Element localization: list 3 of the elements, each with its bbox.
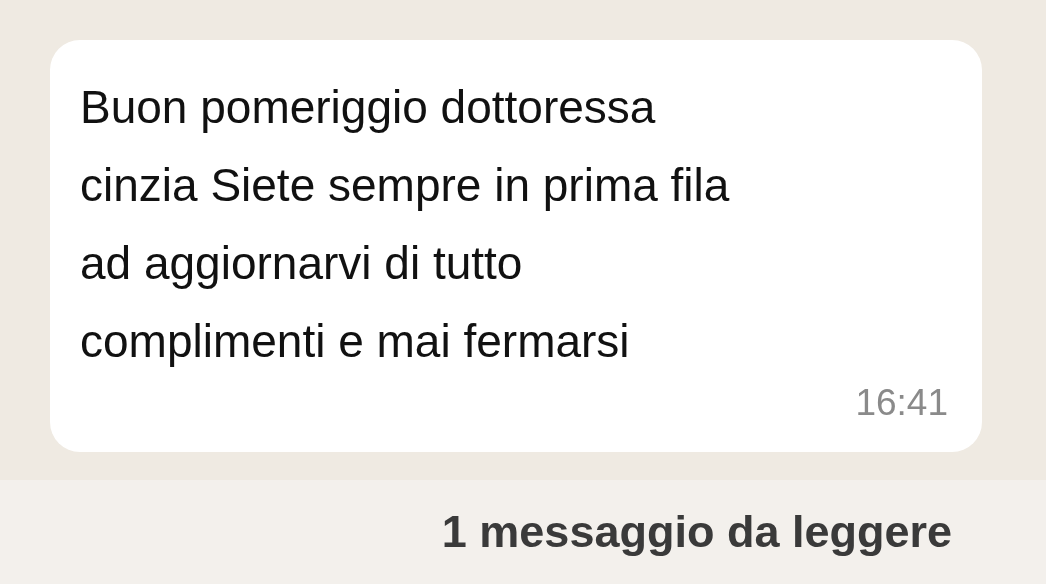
message-time: 16:41	[855, 382, 948, 424]
unread-count-text: 1 messaggio da leggere	[441, 506, 952, 558]
message-text: Buon pomeriggio dottoressa cinzia Siete sempre in prima fila ad aggiornarvi di tutto complimenti e mai fermarsi	[80, 80, 731, 369]
